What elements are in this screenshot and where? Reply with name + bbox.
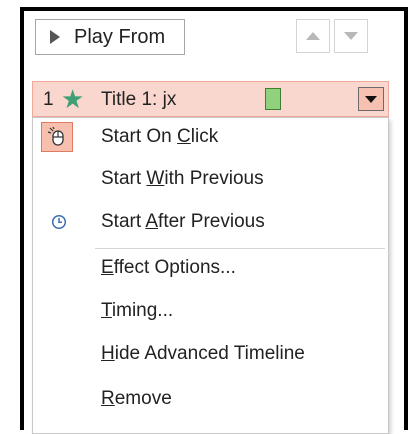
animation-pane: Play From 1 ★ Title 1: jx Start On Click… (20, 7, 408, 434)
clock-icon (51, 214, 67, 230)
menu-item-remove[interactable]: Remove (33, 380, 388, 418)
triangle-down-icon (365, 95, 377, 103)
triangle-up-icon (306, 32, 320, 40)
move-earlier-button[interactable] (296, 19, 330, 53)
menu-item-start-with-previous[interactable]: Start With Previous (33, 160, 388, 198)
menu-item-start-after-previous[interactable]: Start After Previous (33, 203, 388, 241)
menu-item-label: Timing... (101, 300, 174, 321)
animation-order-number: 1 (43, 89, 54, 110)
star-icon: ★ (61, 84, 85, 114)
menu-item-label: Start After Previous (101, 211, 265, 232)
animation-dropdown-button[interactable] (358, 87, 384, 111)
animation-title: Title 1: jx (101, 89, 177, 110)
play-from-button[interactable]: Play From (35, 19, 185, 55)
menu-item-timing[interactable]: Timing... (33, 292, 388, 330)
menu-item-label: Remove (101, 388, 172, 409)
animation-context-menu: Start On Click Start With Previous Start… (32, 117, 389, 434)
animation-list-item[interactable]: 1 ★ Title 1: jx (32, 81, 389, 117)
timing-bar (265, 88, 281, 110)
menu-item-label: Hide Advanced Timeline (101, 343, 305, 364)
menu-item-label: Start With Previous (101, 168, 264, 189)
menu-item-label: Start On Click (101, 126, 219, 147)
menu-item-effect-options[interactable]: Effect Options... (33, 249, 388, 287)
move-later-button[interactable] (334, 19, 368, 53)
menu-item-start-on-click[interactable]: Start On Click (33, 118, 388, 156)
mouse-click-icon (41, 122, 73, 152)
play-from-label: Play From (74, 25, 166, 48)
menu-item-hide-advanced-timeline[interactable]: Hide Advanced Timeline (33, 335, 388, 373)
menu-item-label: Effect Options... (101, 257, 236, 278)
play-icon (50, 30, 60, 44)
triangle-down-icon (344, 32, 358, 40)
